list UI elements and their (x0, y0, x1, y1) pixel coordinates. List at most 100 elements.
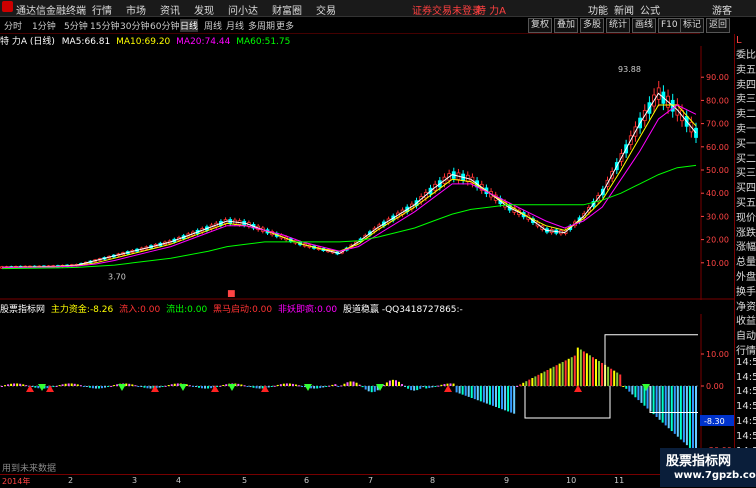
indicator-bar (146, 386, 149, 389)
indicator-bar (4, 385, 7, 387)
menu-item-trade[interactable]: 交易 (316, 2, 336, 17)
indicator-bar (579, 349, 582, 386)
back-button[interactable]: 返回 (706, 18, 731, 33)
multi-stock-button[interactable]: 多股 (580, 18, 605, 33)
side-panel-item[interactable]: 14:50 (736, 416, 756, 427)
indicator-bar (52, 386, 55, 387)
outline-frame (604, 334, 698, 386)
side-panel-item: 买五 (736, 198, 756, 209)
x-tick-11: 11 (614, 476, 625, 485)
indicator-bar (246, 386, 249, 387)
side-panel-item: 总量 (736, 257, 756, 269)
indicator-bar (467, 386, 470, 397)
indicator-bar (46, 386, 49, 389)
indicator-bar (652, 386, 655, 415)
price-y-tick-label: 20.00 (706, 236, 729, 245)
period-tab-more[interactable]: 更多 (276, 19, 294, 32)
indicator-bar (437, 385, 440, 387)
indicator-bar (252, 386, 255, 388)
side-panel-item[interactable]: 自动 (736, 327, 756, 342)
indicator-bar (401, 384, 404, 386)
sell-signal-icon (642, 384, 650, 391)
indicator-bar (79, 385, 82, 387)
period-tab-5min[interactable]: 5分钟 (64, 19, 88, 32)
period-tab-60min[interactable]: 60分钟 (150, 19, 179, 32)
price-y-tick-label: 10.00 (706, 259, 729, 268)
indicator-bar (385, 382, 388, 386)
menu-item-quotes[interactable]: 行情 (92, 2, 112, 17)
indicator-bar (410, 386, 413, 391)
indicator-bar (243, 385, 246, 387)
ma-line-ma20 (2, 104, 697, 268)
menu-item-ask[interactable]: 问小达 (228, 2, 258, 17)
menu-item-wealth[interactable]: 财富圈 (272, 2, 302, 17)
login-status[interactable]: 证券交易未登录 (412, 2, 482, 17)
period-tab-30min[interactable]: 30分钟 (120, 19, 149, 32)
indicator-bar (25, 385, 28, 387)
indicator-bar (282, 383, 285, 386)
indicator-bar (504, 386, 507, 411)
indicator-bar (294, 384, 297, 386)
indicator-bar (695, 386, 697, 454)
side-panel-item: 委比 (736, 50, 756, 61)
stats-button[interactable]: 统计 (606, 18, 631, 33)
indicator-bar (191, 386, 194, 387)
side-panel-item: 卖五 (736, 64, 756, 76)
indicator-bar (337, 386, 340, 387)
indicator-bar (364, 386, 367, 390)
high-price-label: 93.88 (618, 65, 641, 74)
indicator-bar (501, 386, 504, 410)
period-tab-15min[interactable]: 15分钟 (90, 19, 119, 32)
indicator-bar (628, 386, 631, 392)
indicator-bar (258, 386, 261, 389)
menu-item-function[interactable]: 功能 (588, 2, 608, 17)
menu-item-news[interactable]: 资讯 (160, 2, 180, 17)
period-tab-daily[interactable]: 日线 (180, 19, 199, 32)
indicator-bar (82, 386, 85, 387)
indicator-chart[interactable]: 10.000.00-10.00-20.00 -8.30 (0, 314, 734, 474)
indicator-bar (543, 371, 546, 386)
side-panel-item[interactable]: 行情 (736, 342, 756, 357)
indicator-bar (340, 385, 343, 387)
menu-item-discover[interactable]: 发现 (194, 2, 214, 17)
ma-line-ma60 (1, 164, 697, 270)
side-panel-item: 外盘 (736, 272, 756, 283)
side-panel-item[interactable]: 14:50 (736, 431, 756, 442)
overlay-button[interactable]: 叠加 (554, 18, 579, 33)
period-tab-minute[interactable]: 分时 (4, 19, 22, 32)
indicator-bar (413, 386, 416, 391)
future-data-hint: 用到未来数据 (2, 464, 57, 474)
side-panel-item: 买四 (736, 183, 756, 195)
indicator-bar (482, 386, 485, 403)
price-chart[interactable]: 90.00 80.00 70.00 60.00 50.00 40.00 30.00 20.00… (0, 46, 734, 300)
indicator-bar (207, 386, 210, 389)
indicator-bar (525, 381, 528, 386)
menu-item-notice[interactable]: 公式 (640, 2, 660, 17)
x-tick-6: 6 (304, 476, 310, 485)
indicator-y-tick-label: 0.00 (706, 382, 724, 391)
guest-label[interactable]: 游客 (712, 2, 732, 17)
side-panel-item[interactable]: 14:50 (736, 372, 756, 383)
indicator-bar (76, 384, 79, 386)
draw-button[interactable]: 画线 (632, 18, 657, 33)
event-marker[interactable]: ■ (227, 289, 236, 299)
side-panel-item[interactable]: 14:50 (736, 386, 756, 397)
period-tab-weekly[interactable]: 周线 (204, 19, 222, 32)
side-panel-item[interactable]: 14:50 (736, 357, 756, 368)
indicator-bar (91, 386, 94, 389)
period-tab-multi[interactable]: 多周期 (248, 19, 275, 32)
mark-button[interactable]: 标记 (680, 18, 705, 33)
indicator-bar (540, 373, 543, 386)
current-value-label: -8.30 (704, 417, 725, 426)
menu-item-market[interactable]: 市场 (126, 2, 146, 17)
indicator-bar (458, 386, 461, 394)
period-tab-1min[interactable]: 1分钟 (32, 19, 56, 32)
sell-signal-icon (118, 384, 126, 391)
indicator-bar (485, 386, 488, 404)
menu-item-newsfeed[interactable]: 新闻 (614, 2, 634, 17)
f10-button[interactable]: F10 (658, 18, 681, 33)
adjust-button[interactable]: 复权 (528, 18, 553, 33)
period-tab-monthly[interactable]: 月线 (226, 19, 244, 32)
side-panel-item[interactable]: 14:50 (736, 401, 756, 412)
indicator-bar (107, 386, 110, 387)
